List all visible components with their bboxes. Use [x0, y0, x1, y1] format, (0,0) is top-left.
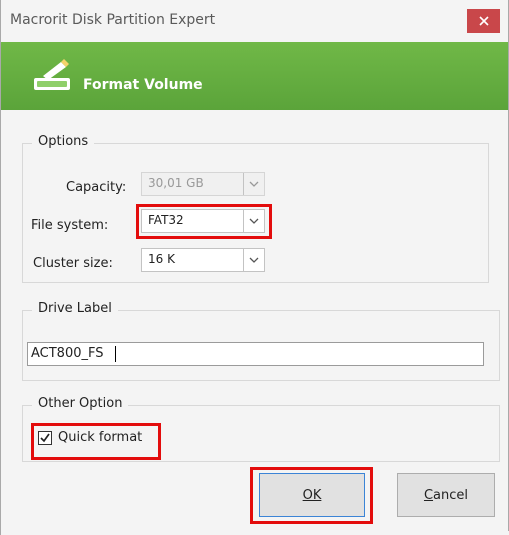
cluster-size-select[interactable]: 16 K — [141, 248, 265, 272]
window-bottom-edge — [1, 531, 509, 535]
banner-title: Format Volume — [83, 77, 203, 93]
window-title: Macrorit Disk Partition Expert — [10, 12, 216, 28]
title-bar[interactable]: Macrorit Disk Partition Expert — [1, 0, 508, 40]
header-banner: Format Volume — [1, 42, 508, 110]
capacity-select[interactable]: 30,01 GB — [141, 172, 265, 196]
cancel-button-label: Cancel — [423, 487, 469, 503]
other-option-legend: Other Option — [32, 396, 129, 411]
cluster-size-label: Cluster size: — [33, 256, 113, 271]
ok-highlight — [250, 467, 373, 524]
options-legend: Options — [32, 134, 95, 149]
text-caret — [115, 346, 116, 362]
capacity-value: 30,01 GB — [148, 176, 204, 190]
close-icon — [478, 16, 489, 26]
cancel-button[interactable]: Cancel — [397, 473, 495, 517]
quick-format-highlight — [31, 423, 161, 460]
chevron-down-icon — [243, 173, 264, 195]
drive-label-legend: Drive Label — [32, 301, 118, 316]
filesystem-highlight — [136, 204, 272, 239]
capacity-label: Capacity: — [66, 180, 127, 195]
cluster-size-value: 16 K — [148, 252, 175, 266]
drive-label-value: ACT800_FS — [31, 346, 104, 361]
drive-label-input[interactable]: ACT800_FS — [27, 342, 484, 366]
format-drive-icon — [34, 59, 70, 90]
dialog-window: Macrorit Disk Partition Expert Format Vo… — [0, 0, 509, 535]
filesystem-label: File system: — [31, 218, 109, 233]
close-button[interactable] — [467, 9, 500, 33]
chevron-down-icon — [243, 249, 264, 271]
